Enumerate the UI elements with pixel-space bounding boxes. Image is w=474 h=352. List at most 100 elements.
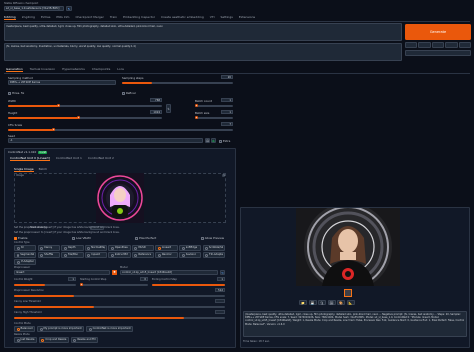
control-type-option[interactable]: OpenPose <box>108 245 131 251</box>
control-type-option[interactable]: Segmentation <box>14 252 37 259</box>
refiner-toggle[interactable]: Refiner <box>122 91 136 95</box>
hires-fix-checkbox[interactable] <box>8 91 11 95</box>
control-type-radio[interactable] <box>87 253 91 257</box>
negative-prompt-input[interactable]: (fx, lowres, bad anatomy, illustration, … <box>4 43 402 61</box>
resize-just-radio[interactable] <box>16 338 20 342</box>
tab-checkpoints[interactable]: Checkpoints <box>92 67 110 72</box>
extra-seed-toggle[interactable]: Extra <box>219 139 230 143</box>
control-type-option[interactable]: NormalMap <box>84 245 108 251</box>
generate-button[interactable]: Generate <box>405 24 471 40</box>
control-type-option[interactable]: Shuffle <box>37 252 60 259</box>
batch-count-track[interactable] <box>195 105 233 107</box>
allow-preview-checkbox[interactable] <box>200 236 204 240</box>
control-type-radio[interactable] <box>110 253 114 257</box>
tab-single-image[interactable]: Single Image <box>14 167 34 172</box>
controlnet-close-image-button[interactable]: × <box>222 174 225 177</box>
control-type-radio[interactable] <box>157 253 161 257</box>
tab-textual-inversion[interactable]: Textual Inversion <box>30 67 55 72</box>
tool-button-4[interactable] <box>445 42 458 48</box>
tab-controlnet-unit-2[interactable]: ControlNet Unit 2 <box>88 156 114 161</box>
sampling-steps-input[interactable]: 20 <box>221 75 233 79</box>
mode-prompt-radio[interactable] <box>39 327 43 331</box>
positive-prompt-input[interactable]: masterpiece, best quality, ultra-detaile… <box>4 23 402 41</box>
control-type-option[interactable]: Lineart <box>155 245 178 251</box>
batch-count-input[interactable]: 1 <box>221 98 233 102</box>
resize-fill[interactable]: Resize and Fill <box>70 337 99 343</box>
tool-button-2[interactable] <box>418 42 431 48</box>
height-handle[interactable] <box>77 116 80 119</box>
tool-button-3[interactable] <box>431 42 445 48</box>
width-handle[interactable] <box>57 104 60 107</box>
control-type-option[interactable]: Recolor <box>155 252 178 259</box>
control-type-radio[interactable] <box>40 246 44 250</box>
control-type-radio[interactable] <box>134 253 138 257</box>
reuse-seed-button[interactable]: ♻ <box>211 138 216 143</box>
control-type-option[interactable]: Inpaint <box>84 252 108 259</box>
control-type-option[interactable]: InstructP2P <box>108 252 131 259</box>
control-type-radio[interactable] <box>181 253 185 257</box>
control-type-option[interactable]: Revision <box>179 252 202 259</box>
control-weight-input[interactable]: 1 <box>68 277 76 281</box>
starting-step-handle[interactable] <box>80 283 83 286</box>
pixel-perfect-checkbox[interactable] <box>135 236 139 240</box>
batch-size-handle[interactable] <box>195 116 198 119</box>
controlnet-header[interactable]: ControlNet v1.1.410 1 unit <box>8 150 48 154</box>
checkpoint-select[interactable]: sd_xl_base_1.0.safetensors [31e35c80fc] <box>4 6 64 11</box>
batch-count-handle[interactable] <box>195 104 198 107</box>
control-type-radio[interactable] <box>40 253 44 257</box>
control-type-option[interactable]: T2I-Adapter <box>202 252 226 259</box>
control-type-option[interactable]: Scribble/Sketch <box>202 245 226 251</box>
tab-txt2img[interactable]: txt2img <box>4 15 16 20</box>
tab-extensions[interactable]: Extensions <box>239 15 255 20</box>
control-type-radio[interactable] <box>181 246 185 250</box>
control-type-radio[interactable] <box>157 246 161 250</box>
tab-checkpoint-merger[interactable]: Checkpoint Merger <box>75 15 103 20</box>
mode-prompt[interactable]: My prompt is more important <box>37 326 85 332</box>
hires-fix-toggle[interactable]: Hires. fix <box>8 91 24 95</box>
extra-seed-checkbox[interactable] <box>219 139 222 143</box>
folder-button[interactable]: 📁 <box>299 300 307 305</box>
starting-step-track[interactable] <box>80 284 148 286</box>
tab-embedding-inspector[interactable]: Embedding Inspector <box>123 15 155 20</box>
resize-crop-radio[interactable] <box>41 338 45 342</box>
mode-controlnet[interactable]: ControlNet is more important <box>86 326 134 332</box>
control-type-option[interactable]: MLSD <box>131 245 155 251</box>
tab-create-aesthetic[interactable]: Create aesthetic embedding <box>161 15 204 20</box>
control-type-option[interactable]: SoftEdge <box>179 245 202 251</box>
control-type-radio[interactable] <box>16 246 20 250</box>
control-type-option[interactable]: Depth <box>61 245 84 251</box>
control-type-radio[interactable] <box>205 253 209 257</box>
control-type-radio[interactable] <box>110 246 114 250</box>
enable-option[interactable]: Enable <box>14 236 28 240</box>
height-input[interactable]: 1024 <box>150 110 162 114</box>
extras-button[interactable]: 📐 <box>346 300 355 305</box>
tab-train[interactable]: Train <box>110 15 117 20</box>
tab-settings[interactable]: Settings <box>221 15 233 20</box>
zip-button[interactable]: 🗜 <box>318 300 326 305</box>
mode-balanced-radio[interactable] <box>16 327 20 331</box>
cfg-scale-input[interactable]: 7 <box>221 122 233 126</box>
run-preprocessor-button[interactable]: ✸ <box>112 270 117 275</box>
control-type-radio[interactable] <box>134 246 138 250</box>
img2img-button[interactable]: 🖼 <box>327 300 336 305</box>
preprocessor-resolution-input[interactable]: 512 <box>215 288 225 292</box>
model-select[interactable]: control_v11p_sd15_lineart [43d4be0d] <box>120 270 218 275</box>
styles-select[interactable] <box>405 50 471 56</box>
cfg-scale-handle[interactable] <box>52 128 55 131</box>
random-seed-button[interactable]: ⚄ <box>205 138 210 143</box>
mode-balanced[interactable]: Balanced <box>14 326 35 332</box>
inpaint-button[interactable]: 🎨 <box>337 300 345 305</box>
resize-just[interactable]: Just Resize <box>14 337 37 343</box>
tab-img2img[interactable]: img2img <box>22 15 35 20</box>
swap-dimensions-button[interactable]: ⇅ <box>166 104 171 113</box>
allow-preview-option[interactable]: Allow Preview <box>200 236 224 240</box>
control-type-option[interactable]: Reference <box>131 252 155 259</box>
control-type-radio[interactable] <box>205 246 208 250</box>
low-threshold-input[interactable] <box>215 299 225 303</box>
tab-vti[interactable]: VTI <box>210 15 215 20</box>
sampling-method-select[interactable]: DPM++ 2M SDE Karras <box>8 80 116 85</box>
control-type-option[interactable]: Tile/Blur <box>61 252 84 259</box>
seed-input[interactable]: -1 <box>8 138 203 143</box>
tool-button-1[interactable] <box>405 42 418 48</box>
output-thumbnail[interactable] <box>344 289 352 297</box>
